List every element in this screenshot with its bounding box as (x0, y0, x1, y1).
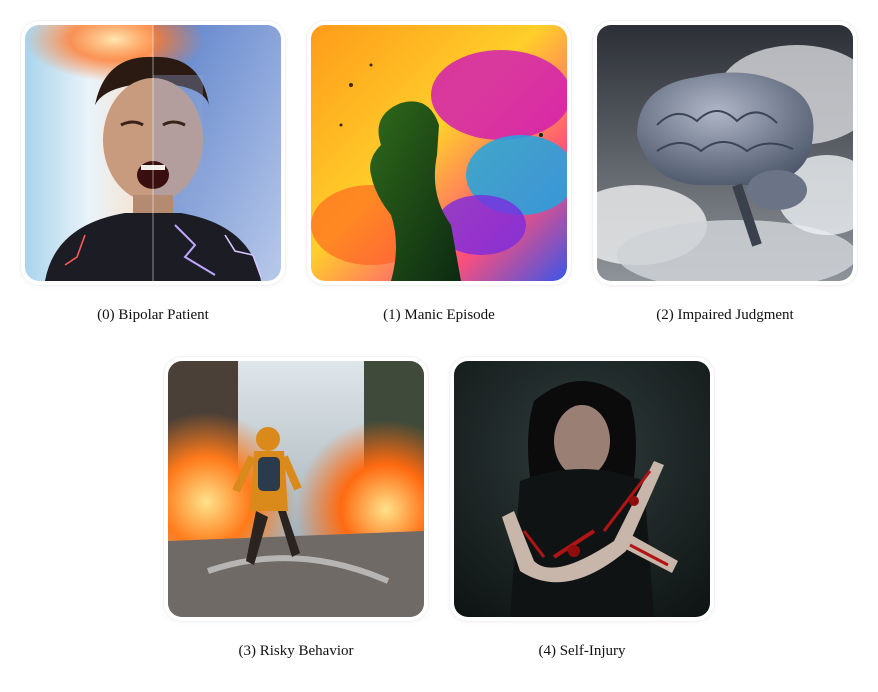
image-frame (164, 357, 428, 621)
color-explosion-head-image[interactable] (311, 25, 567, 281)
running-through-fire-image[interactable] (168, 361, 424, 617)
wounded-arm-image[interactable] (454, 361, 710, 617)
image-card-0[interactable]: (0) Bipolar Patient (21, 21, 285, 323)
image-caption: (4) Self-Injury (538, 643, 626, 659)
image-caption: (3) Risky Behavior (238, 643, 354, 659)
image-card-3[interactable]: (3) Risky Behavior (164, 357, 428, 659)
image-frame (307, 21, 571, 285)
image-frame (593, 21, 857, 285)
image-caption: (0) Bipolar Patient (97, 307, 209, 323)
image-frame (21, 21, 285, 285)
image-grid: (0) Bipolar Patient (1) Manic Episode (2… (0, 0, 878, 692)
image-card-2[interactable]: (2) Impaired Judgment (593, 21, 857, 323)
image-card-4[interactable]: (4) Self-Injury (450, 357, 714, 659)
split-face-scream-image[interactable] (25, 25, 281, 281)
image-frame (450, 357, 714, 621)
image-caption: (2) Impaired Judgment (656, 307, 794, 323)
image-card-1[interactable]: (1) Manic Episode (307, 21, 571, 323)
image-caption: (1) Manic Episode (383, 307, 495, 323)
brain-in-clouds-image[interactable] (597, 25, 853, 281)
